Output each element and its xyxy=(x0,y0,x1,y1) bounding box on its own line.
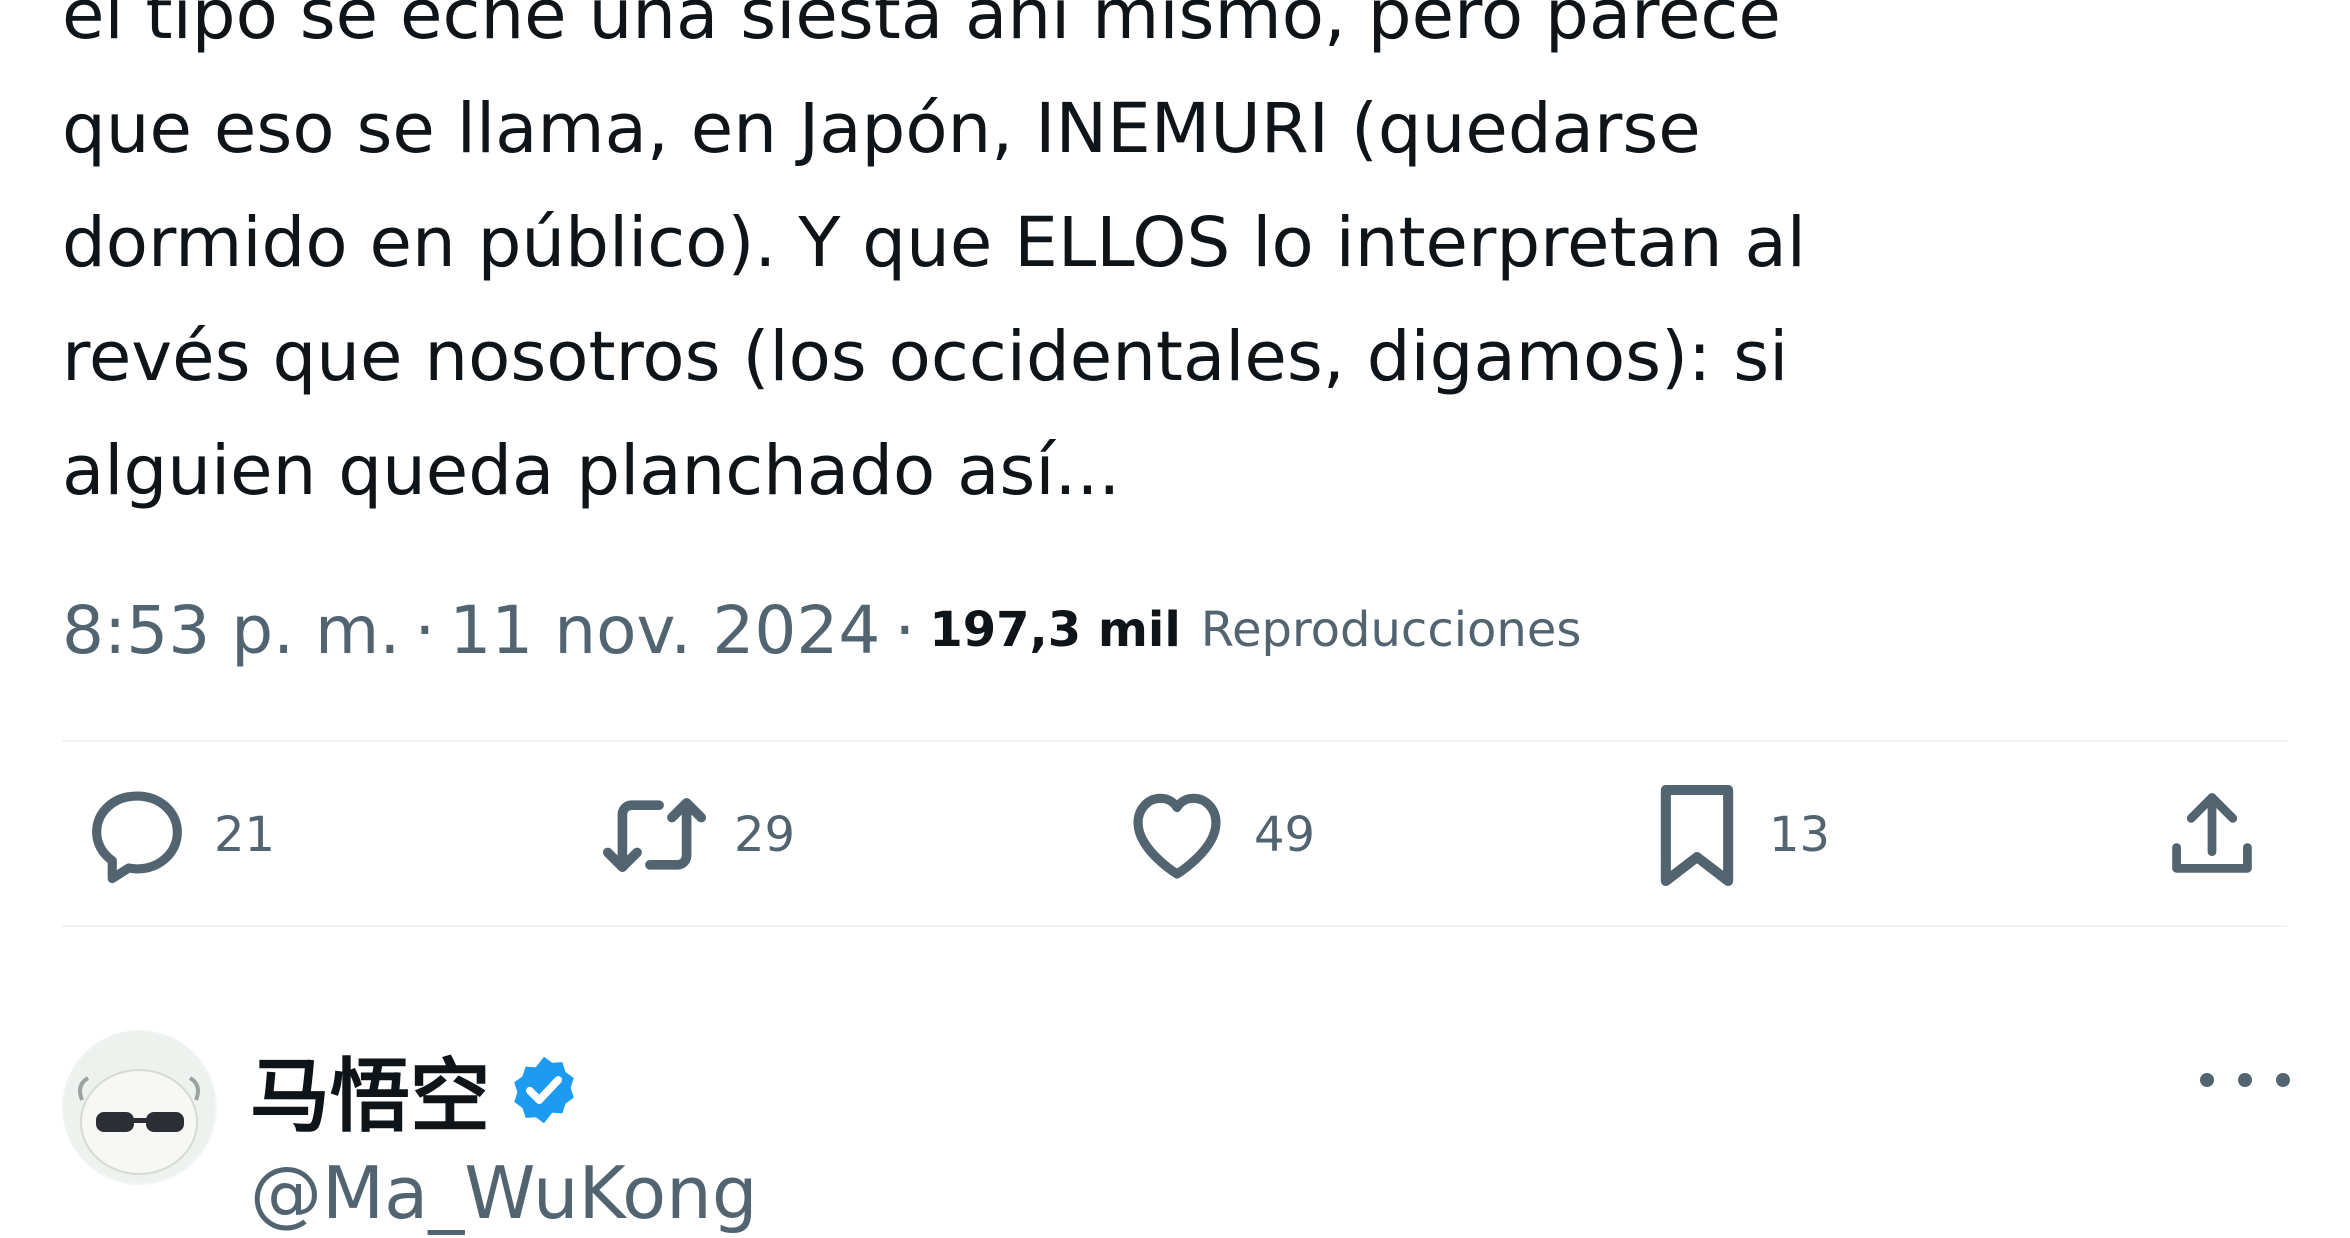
tweet-text-line: alguien queda planchado así... xyxy=(62,431,1121,511)
tweet-time[interactable]: 8:53 p. m. xyxy=(62,592,400,669)
like-count: 49 xyxy=(1254,807,1316,863)
like-button[interactable]: 49 xyxy=(1122,760,1315,910)
author-handle[interactable]: @Ma_WuKong xyxy=(250,1148,758,1238)
views-count[interactable]: 197,3 mil xyxy=(929,602,1180,658)
views-label[interactable]: Reproducciones xyxy=(1201,602,1582,658)
tweet-text-line: revés que nosotros (los occidentales, di… xyxy=(62,317,1789,397)
share-icon xyxy=(2162,780,2262,890)
more-dot xyxy=(2238,1073,2252,1087)
more-options-icon[interactable] xyxy=(2200,1060,2290,1100)
tweet-text-line: el tipo se eche una siesta ahí mismo, pe… xyxy=(62,0,1781,55)
meta-separator: · xyxy=(414,591,436,669)
reply-icon xyxy=(82,780,192,890)
tweet-action-bar: 21 29 49 13 xyxy=(62,760,2287,910)
divider xyxy=(62,740,2287,742)
bookmark-icon xyxy=(1647,778,1747,893)
retweet-count: 29 xyxy=(734,807,796,863)
verified-badge-icon xyxy=(514,1056,574,1124)
meta-separator: · xyxy=(894,591,916,669)
retweet-icon xyxy=(597,780,712,890)
retweet-button[interactable]: 29 xyxy=(597,760,795,910)
avatar[interactable] xyxy=(62,1030,217,1185)
tweet-date[interactable]: 11 nov. 2024 xyxy=(449,592,880,669)
more-dot xyxy=(2200,1073,2214,1087)
more-dot xyxy=(2276,1073,2290,1087)
reply-button[interactable]: 21 xyxy=(82,760,275,910)
author-name-row: 马悟空 xyxy=(250,1040,582,1143)
author-name[interactable]: 马悟空 xyxy=(250,1032,490,1148)
reply-count: 21 xyxy=(214,807,276,863)
tweet-text-line: dormido en público). Y que ELLOS lo inte… xyxy=(62,203,1806,283)
tweet-meta: 8:53 p. m. · 11 nov. 2024 · 197,3 mil Re… xyxy=(62,585,1581,675)
share-button[interactable] xyxy=(2162,760,2262,910)
bookmark-count: 13 xyxy=(1769,807,1831,863)
divider xyxy=(62,925,2287,927)
tweet-text: el tipo se eche una siesta ahí mismo, pe… xyxy=(62,0,2262,528)
heart-icon xyxy=(1122,780,1232,890)
tweet-text-line: que eso se llama, en Japón, INEMURI (que… xyxy=(62,89,1701,169)
bookmark-button[interactable]: 13 xyxy=(1647,760,1830,910)
